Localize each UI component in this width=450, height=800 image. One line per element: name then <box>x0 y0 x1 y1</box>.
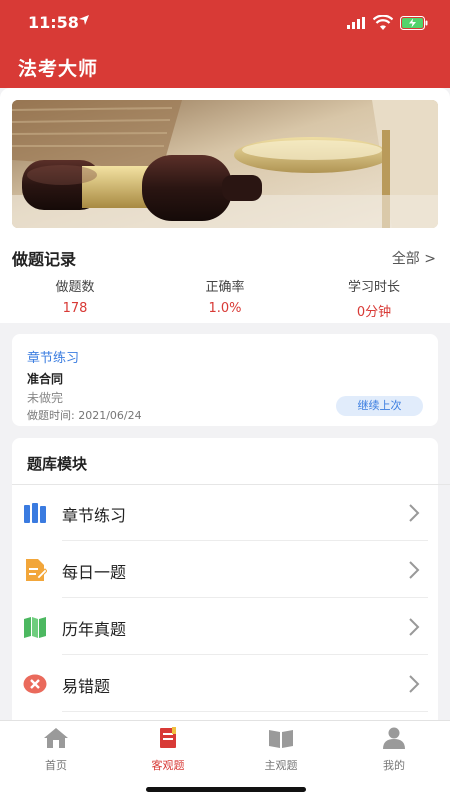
tab-label: 首页 <box>45 759 67 772</box>
module-item-mistakes[interactable]: 易错题 <box>12 656 438 712</box>
document-edit-icon <box>26 559 47 581</box>
signal-icon <box>347 17 365 29</box>
books-icon <box>24 503 46 523</box>
home-icon <box>44 728 68 748</box>
chevron-right-icon <box>409 504 420 522</box>
person-icon <box>383 727 405 749</box>
stat-value: 1.0% <box>208 301 242 316</box>
tab-mine[interactable]: 我的 <box>338 727 450 773</box>
chevron-right-icon <box>409 675 420 693</box>
divider <box>62 654 428 655</box>
location-arrow-icon <box>79 15 89 25</box>
module-item-chapter[interactable]: 章节练习 <box>12 485 438 541</box>
module-label: 每日一题 <box>62 563 127 582</box>
tab-label: 客观题 <box>151 759 185 772</box>
module-card: 题库模块 章节练习 每日一题 历年真题 易错题 <box>12 438 450 728</box>
continue-card[interactable]: 章节练习 准合同 未做完 做题时间: 2021/06/24 继续上次 <box>12 334 438 426</box>
stat-study-time: 学习时长 0分钟 <box>314 276 434 320</box>
status-time: 11:58 <box>28 13 79 32</box>
chevron-right-icon <box>409 561 420 579</box>
continue-name: 准合同 <box>27 372 64 386</box>
gavel-scales-illustration <box>12 100 438 228</box>
module-label: 章节练习 <box>62 506 127 525</box>
tab-objective[interactable]: 客观题 <box>112 727 224 773</box>
divider <box>62 597 428 598</box>
continue-last-button[interactable]: 继续上次 <box>336 396 423 416</box>
battery-charging-icon <box>400 16 428 30</box>
objective-book-icon <box>160 727 176 748</box>
app-title: 法考大师 <box>18 58 99 80</box>
subjective-book-icon <box>269 730 293 748</box>
app-header: 11:58 法考大师 <box>0 0 450 88</box>
module-title: 题库模块 <box>27 455 88 473</box>
stat-label: 正确率 <box>205 280 245 295</box>
divider <box>62 540 428 541</box>
stat-accuracy: 正确率 1.0% <box>165 276 285 316</box>
home-indicator[interactable] <box>146 787 306 792</box>
module-label: 易错题 <box>62 677 111 696</box>
continue-section: 章节练习 <box>27 351 80 366</box>
module-item-past-exams[interactable]: 历年真题 <box>12 599 438 655</box>
module-item-daily[interactable]: 每日一题 <box>12 542 438 598</box>
tab-home[interactable]: 首页 <box>0 727 112 773</box>
wifi-icon <box>373 15 393 30</box>
chevron-right-icon <box>409 618 420 636</box>
status-bar: 11:58 <box>0 10 450 36</box>
tab-subjective[interactable]: 主观题 <box>225 727 337 773</box>
stat-value: 178 <box>62 301 88 316</box>
stat-question-count: 做题数 178 <box>15 276 135 316</box>
open-book-icon <box>24 617 46 638</box>
module-label: 历年真题 <box>62 620 127 639</box>
record-title: 做题记录 <box>12 250 77 269</box>
stat-label: 学习时长 <box>347 280 400 295</box>
divider <box>62 711 428 712</box>
error-x-icon <box>23 674 47 694</box>
stat-value: 0分钟 <box>356 305 392 320</box>
tab-label: 我的 <box>383 759 405 772</box>
record-all-link[interactable]: 全部 > <box>392 248 436 268</box>
continue-status: 未做完 <box>27 391 64 405</box>
tab-label: 主观题 <box>264 759 298 772</box>
continue-time: 做题时间: 2021/06/24 <box>27 409 142 422</box>
stat-label: 做题数 <box>55 280 95 295</box>
banner-image[interactable] <box>12 100 438 228</box>
